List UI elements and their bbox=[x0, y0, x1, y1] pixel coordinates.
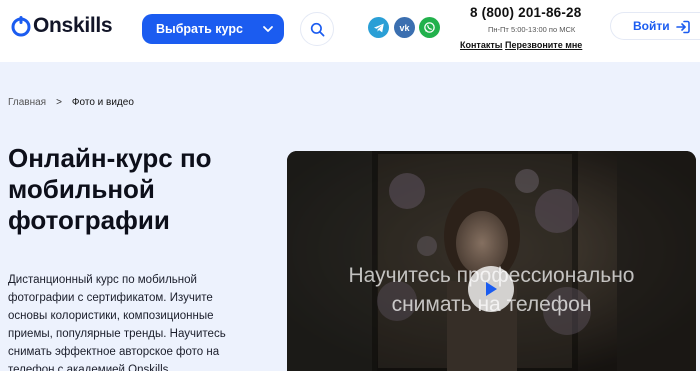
whatsapp-icon bbox=[424, 22, 435, 33]
header-links: Контакты Перезвоните мне bbox=[460, 40, 582, 50]
whatsapp-button[interactable] bbox=[419, 17, 440, 38]
vk-button[interactable]: vk bbox=[394, 17, 415, 38]
telegram-icon bbox=[373, 23, 384, 32]
chevron-down-icon bbox=[263, 26, 273, 32]
video-player[interactable]: Научитесь профессионально снимать на тел… bbox=[287, 151, 696, 371]
page-title: Онлайн-курс по мобильной фотографии bbox=[8, 143, 212, 235]
breadcrumb-separator: > bbox=[56, 97, 62, 108]
logo-mark-icon bbox=[11, 16, 31, 37]
site-header: Onskills Выбрать курс vk 8 (800) 201-86-… bbox=[0, 0, 700, 62]
login-arrow-icon bbox=[676, 20, 690, 34]
select-course-label: Выбрать курс bbox=[156, 22, 243, 36]
breadcrumb: Главная > Фото и видео bbox=[8, 97, 134, 108]
contacts-link[interactable]: Контакты bbox=[460, 40, 502, 50]
callback-link[interactable]: Перезвоните мне bbox=[505, 40, 582, 50]
vk-icon: vk bbox=[399, 22, 410, 33]
breadcrumb-home-link[interactable]: Главная bbox=[8, 97, 46, 108]
play-icon bbox=[486, 282, 497, 296]
play-button[interactable] bbox=[468, 266, 514, 312]
phone-number[interactable]: 8 (800) 201-86-28 bbox=[470, 5, 581, 20]
search-icon bbox=[310, 22, 324, 36]
breadcrumb-current: Фото и видео bbox=[71, 97, 134, 108]
course-description: Дистанционный курс по мобильной фотограф… bbox=[8, 274, 226, 371]
hero-section: Главная > Фото и видео Онлайн-курс по мо… bbox=[0, 62, 700, 371]
logo-text: Onskills bbox=[33, 14, 113, 37]
working-hours: Пн-Пт 5:00-13:00 по МСК bbox=[488, 25, 576, 34]
login-label: Войти bbox=[633, 19, 670, 33]
login-button[interactable]: Войти bbox=[610, 12, 700, 40]
logo[interactable]: Onskills bbox=[10, 14, 113, 37]
search-button[interactable] bbox=[300, 12, 334, 46]
telegram-button[interactable] bbox=[368, 17, 389, 38]
select-course-button[interactable]: Выбрать курс bbox=[142, 14, 284, 44]
